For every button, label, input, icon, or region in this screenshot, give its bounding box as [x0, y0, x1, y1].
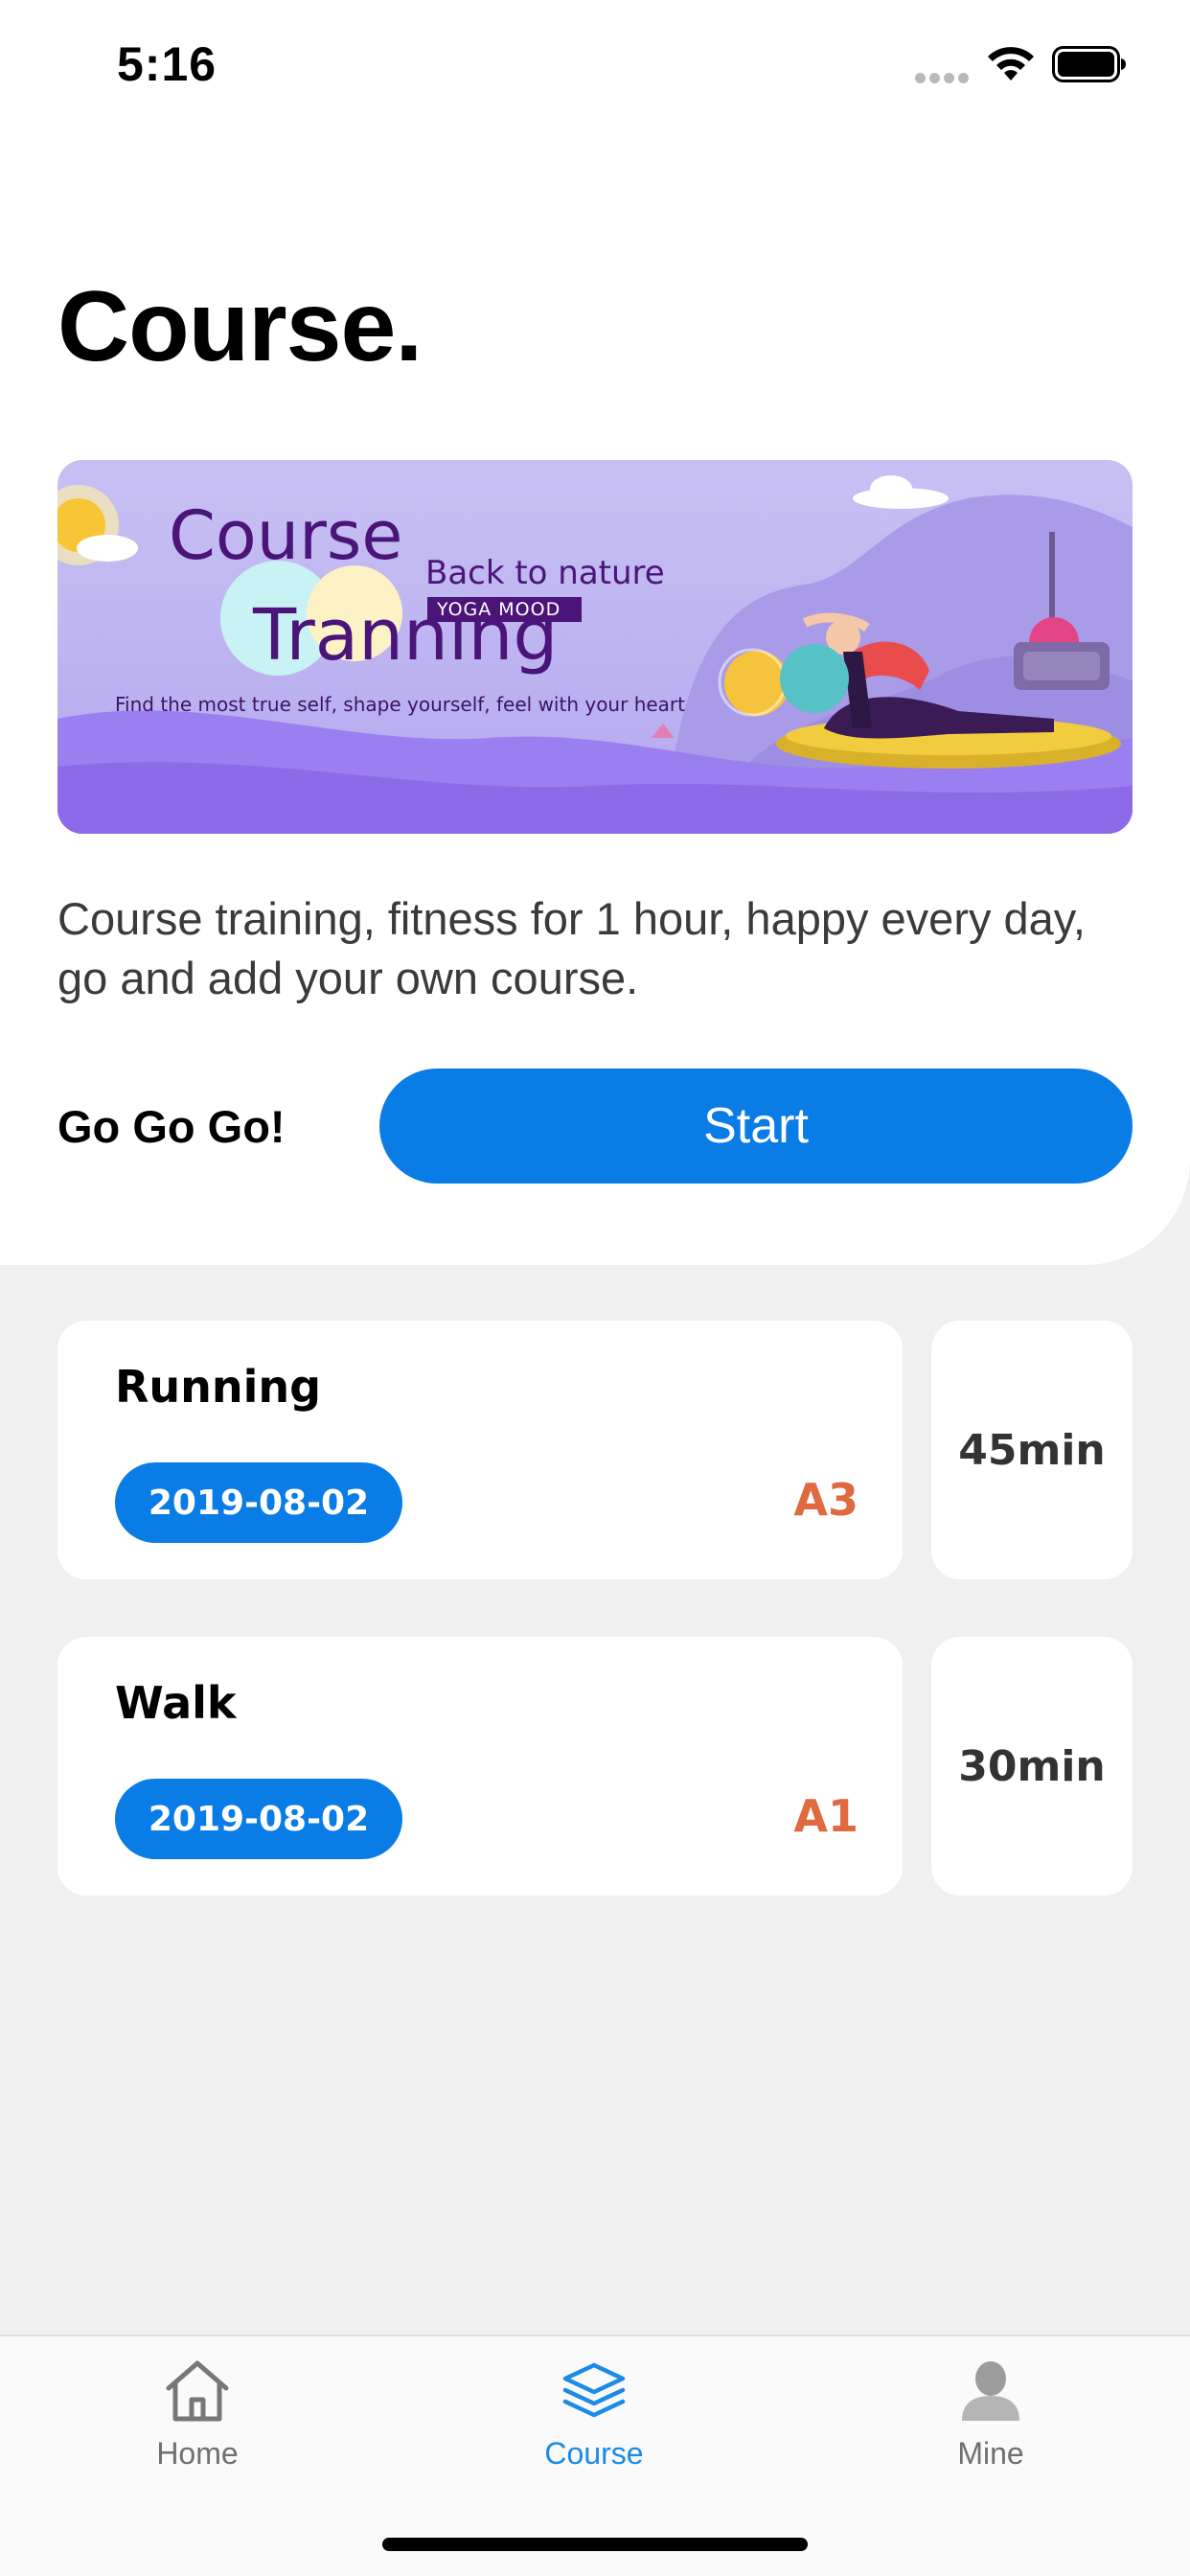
tab-mine-label: Mine: [957, 2436, 1024, 2471]
course-date-badge: 2019-08-02: [115, 1779, 402, 1859]
tab-mine[interactable]: Mine: [895, 2358, 1087, 2501]
banner-yoga-mood-badge: YOGA MOOD: [427, 597, 583, 622]
banner-course-text: Course: [169, 496, 403, 575]
course-name: Running: [115, 1361, 322, 1413]
course-card[interactable]: Running 2019-08-02 A3: [57, 1321, 903, 1579]
course-description: Course training, fitness for 1 hour, hap…: [57, 893, 1086, 1003]
course-duration: 45min: [931, 1321, 1133, 1579]
person-icon: [962, 2361, 1019, 2421]
course-date-badge: 2019-08-02: [115, 1462, 402, 1543]
course-banner[interactable]: Course Tranning Back to nature YOGA MOOD…: [57, 460, 1133, 834]
home-icon: [166, 2360, 229, 2422]
course-row-running[interactable]: Running 2019-08-02 A3 45min: [57, 1321, 1133, 1579]
start-button[interactable]: Start: [379, 1069, 1133, 1184]
cellular-signal-icon: [915, 71, 973, 88]
banner-back-to-nature-text: Back to nature: [425, 554, 665, 592]
status-time: 5:16: [117, 37, 217, 91]
course-level: A3: [793, 1474, 858, 1526]
status-bar: 5:16: [0, 0, 1190, 134]
course-row-walk[interactable]: Walk 2019-08-02 A1 30min: [57, 1637, 1133, 1896]
home-indicator: [382, 2538, 808, 2551]
tab-home-label: Home: [156, 2436, 239, 2471]
page-title: Course.: [57, 271, 423, 382]
tab-home[interactable]: Home: [102, 2358, 293, 2501]
battery-icon: [1052, 46, 1126, 82]
wifi-icon: [988, 47, 1034, 80]
course-level: A1: [793, 1790, 858, 1842]
course-card[interactable]: Walk 2019-08-02 A1: [57, 1637, 903, 1896]
banner-tagline: Find the most true self, shape yourself,…: [115, 693, 685, 716]
layers-icon: [562, 2362, 626, 2418]
cta-label: Go Go Go!: [57, 1101, 286, 1152]
tab-course-label: Course: [544, 2436, 644, 2471]
course-duration: 30min: [931, 1637, 1133, 1896]
tab-course[interactable]: Course: [498, 2358, 690, 2501]
course-name: Walk: [115, 1677, 237, 1729]
